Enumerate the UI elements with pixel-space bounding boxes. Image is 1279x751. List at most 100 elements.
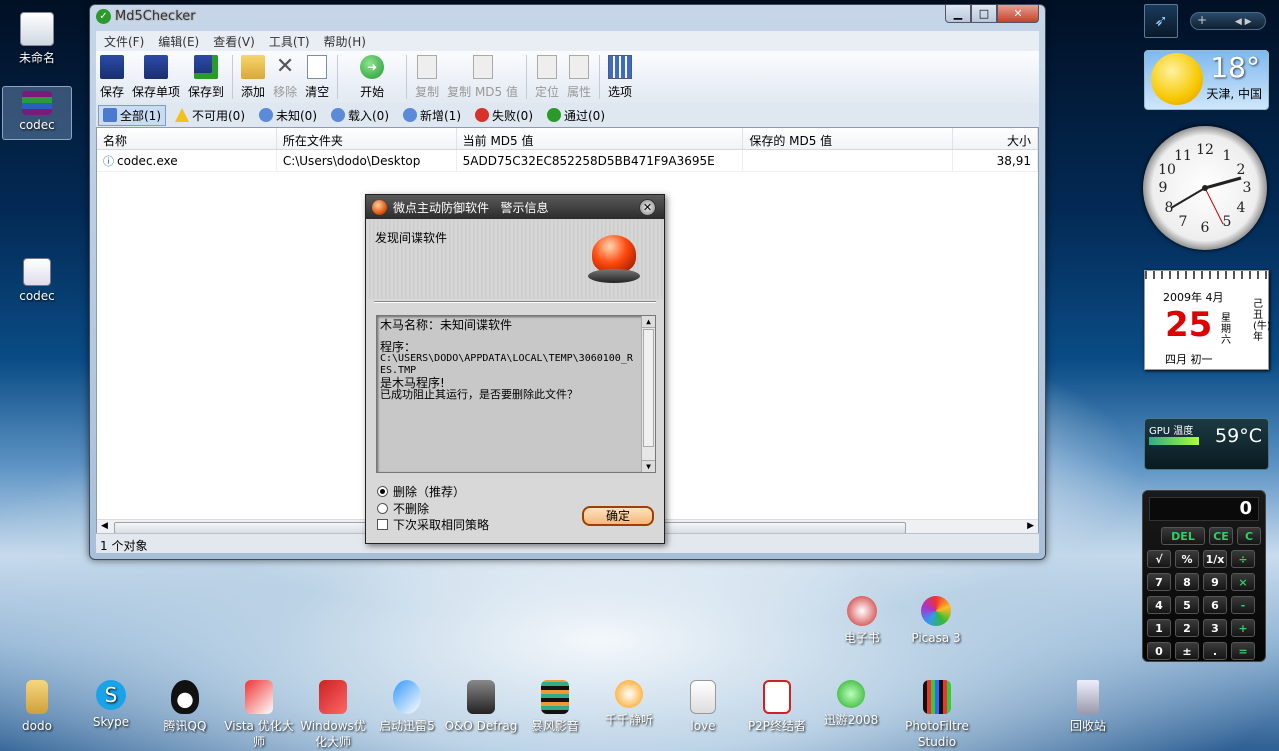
menu-edit[interactable]: 编辑(E) — [158, 33, 199, 50]
calc-key[interactable]: 9 — [1203, 573, 1227, 591]
clock-gadget[interactable]: 12 1 2 3 4 5 6 7 8 9 10 11 — [1143, 126, 1267, 250]
calc-key[interactable]: 7 — [1147, 573, 1171, 591]
desktop-icon-recycle-bin[interactable]: 回收站 — [1051, 680, 1125, 734]
desktop-icon-vista-master[interactable]: Vista 优化大师 — [222, 680, 296, 750]
radio-no-delete[interactable] — [377, 503, 388, 514]
menu-view[interactable]: 查看(V) — [213, 33, 255, 50]
checkbox-same-policy[interactable] — [377, 519, 388, 530]
menu-tools[interactable]: 工具(T) — [269, 33, 310, 50]
locate-button[interactable]: 定位 — [531, 55, 563, 100]
desktop-icon-windows-master[interactable]: Windows优化大师 — [296, 680, 370, 750]
calc-key[interactable]: 3 — [1203, 619, 1227, 637]
start-button[interactable]: ➜ 开始 — [342, 55, 402, 100]
window-titlebar[interactable]: ✓ Md5Checker — [90, 5, 1045, 27]
calc-key[interactable]: 8 — [1175, 573, 1199, 591]
calc-key[interactable]: 1 — [1147, 619, 1171, 637]
calc-key[interactable]: ÷ — [1231, 550, 1255, 568]
radio-delete[interactable] — [377, 486, 388, 497]
calc-key[interactable]: 2 — [1175, 619, 1199, 637]
add-gadget-button[interactable]: + ◀ ▶ — [1190, 12, 1266, 30]
desktop-icon-storm[interactable]: 暴风影音 — [518, 680, 592, 734]
sidebar-logo-icon[interactable]: ➶ — [1144, 4, 1178, 38]
desktop-icon-codec-rar[interactable]: codec — [2, 86, 72, 140]
desktop-icon-ttplayer[interactable]: 千千静听 — [592, 680, 666, 728]
filter-loaded[interactable]: 载入(0) — [326, 105, 394, 126]
desktop-icon-picasa[interactable]: Picasa 3 — [899, 596, 973, 646]
calc-key[interactable]: × — [1231, 573, 1255, 591]
option-no-delete[interactable]: 不删除 — [377, 500, 429, 517]
filter-new[interactable]: 新增(1) — [398, 105, 466, 126]
dialog-titlebar[interactable]: 微点主动防御软件 警示信息 — [366, 195, 664, 219]
desktop-icon-ebook[interactable]: 电子书 — [825, 596, 899, 646]
message-scrollbar[interactable]: ▲ ▼ — [641, 316, 655, 472]
dialog-close-button[interactable]: ✕ — [639, 199, 656, 216]
scroll-left-arrow-icon[interactable]: ◀ — [101, 521, 108, 531]
desktop-icon-qq[interactable]: 腾讯QQ — [148, 680, 222, 734]
column-header-folder[interactable]: 所在文件夹 — [277, 128, 457, 149]
weather-gadget[interactable]: 18° 天津, 中国 — [1144, 50, 1269, 110]
x-mark-icon: ✕ — [275, 54, 295, 79]
calc-key[interactable]: - — [1231, 596, 1255, 614]
save-button[interactable]: 保存 — [96, 55, 128, 100]
desktop-icon-dodo[interactable]: dodo — [0, 680, 74, 734]
desktop-icon-skype[interactable]: S Skype — [74, 680, 148, 730]
desktop-icon-love[interactable]: love — [666, 680, 740, 734]
calc-key[interactable]: 6 — [1203, 596, 1227, 614]
clear-button[interactable]: 清空 — [301, 55, 333, 100]
calc-key[interactable]: 1/x — [1203, 550, 1227, 568]
desktop-icon-unnamed[interactable]: 未命名 — [2, 12, 72, 66]
option-delete[interactable]: 删除（推荐） — [377, 483, 465, 500]
desktop-icon-p2p[interactable]: P2P终结者 — [740, 680, 814, 734]
calc-key[interactable]: . — [1203, 642, 1227, 660]
desktop-icon-photofiltre[interactable]: PhotoFiltre Studio — [900, 680, 974, 750]
calc-key[interactable]: % — [1175, 550, 1199, 568]
desktop-icon-codec-exe[interactable]: codec — [2, 258, 72, 303]
calc-key[interactable]: CE — [1209, 527, 1233, 545]
recycle-bin-icon — [1077, 680, 1099, 714]
filter-passed[interactable]: 通过(0) — [542, 105, 610, 126]
calc-key[interactable]: 0 — [1147, 642, 1171, 660]
minimize-button[interactable]: ▁ — [945, 5, 971, 23]
save-single-button[interactable]: 保存单项 — [128, 55, 184, 100]
calc-key[interactable]: 4 — [1147, 596, 1171, 614]
calc-key-row: √% 1/x ÷ — [1147, 550, 1261, 568]
calc-key[interactable]: DEL — [1161, 527, 1205, 545]
calc-key[interactable]: ± — [1175, 642, 1199, 660]
table-row[interactable]: ⓘ codec.exe C:\Users\dodo\Desktop 5ADD75C… — [97, 150, 1039, 172]
filter-failed[interactable]: 失败(0) — [470, 105, 538, 126]
gpu-temp-gadget[interactable]: GPU 温度 59°C — [1144, 418, 1269, 470]
menu-help[interactable]: 帮助(H) — [324, 33, 366, 50]
desktop-icon-xunyou[interactable]: 迅游2008 — [814, 680, 888, 728]
column-header-saved-md5[interactable]: 保存的 MD5 值 — [743, 128, 954, 149]
option-same-policy[interactable]: 下次采取相同策略 — [377, 516, 489, 533]
scroll-down-arrow-icon[interactable]: ▼ — [642, 460, 655, 472]
calc-key[interactable]: √ — [1147, 550, 1171, 568]
column-header-current-md5[interactable]: 当前 MD5 值 — [457, 128, 744, 149]
calc-key[interactable]: 5 — [1175, 596, 1199, 614]
column-header-name[interactable]: 名称 — [97, 128, 277, 149]
calc-key[interactable]: + — [1231, 619, 1255, 637]
add-button[interactable]: 添加 — [237, 55, 269, 100]
menu-file[interactable]: 文件(F) — [104, 33, 144, 50]
copy-button[interactable]: 复制 — [411, 55, 443, 100]
message-scroll-thumb[interactable] — [643, 329, 654, 447]
filter-all[interactable]: 全部(1) — [98, 104, 166, 126]
scroll-right-arrow-icon[interactable]: ▶ — [1027, 521, 1034, 531]
calc-key[interactable]: = — [1231, 642, 1255, 660]
calendar-gadget[interactable]: 2009年 4月 25 星期六 己丑(牛)年 四月 初一 — [1144, 270, 1271, 370]
options-button[interactable]: 选项 — [604, 55, 636, 100]
ok-button[interactable]: 确定 — [582, 506, 654, 526]
filter-unknown[interactable]: 未知(0) — [254, 105, 322, 126]
desktop-icon-oo-defrag[interactable]: O&O Defrag — [444, 680, 518, 734]
filter-unavailable[interactable]: 不可用(0) — [170, 105, 250, 126]
save-to-button[interactable]: 保存到 — [184, 55, 228, 100]
close-button[interactable]: ✕ — [997, 5, 1039, 23]
scroll-up-arrow-icon[interactable]: ▲ — [642, 316, 655, 328]
properties-button[interactable]: 属性 — [563, 55, 595, 100]
maximize-button[interactable]: □ — [971, 5, 997, 23]
column-header-size[interactable]: 大小 — [953, 128, 1039, 149]
copy-md5-button[interactable]: 复制 MD5 值 — [443, 55, 522, 100]
remove-button[interactable]: ✕ 移除 — [269, 55, 301, 100]
calc-key[interactable]: C — [1237, 527, 1261, 545]
desktop-icon-thunder[interactable]: 启动迅雷5 — [370, 680, 444, 734]
